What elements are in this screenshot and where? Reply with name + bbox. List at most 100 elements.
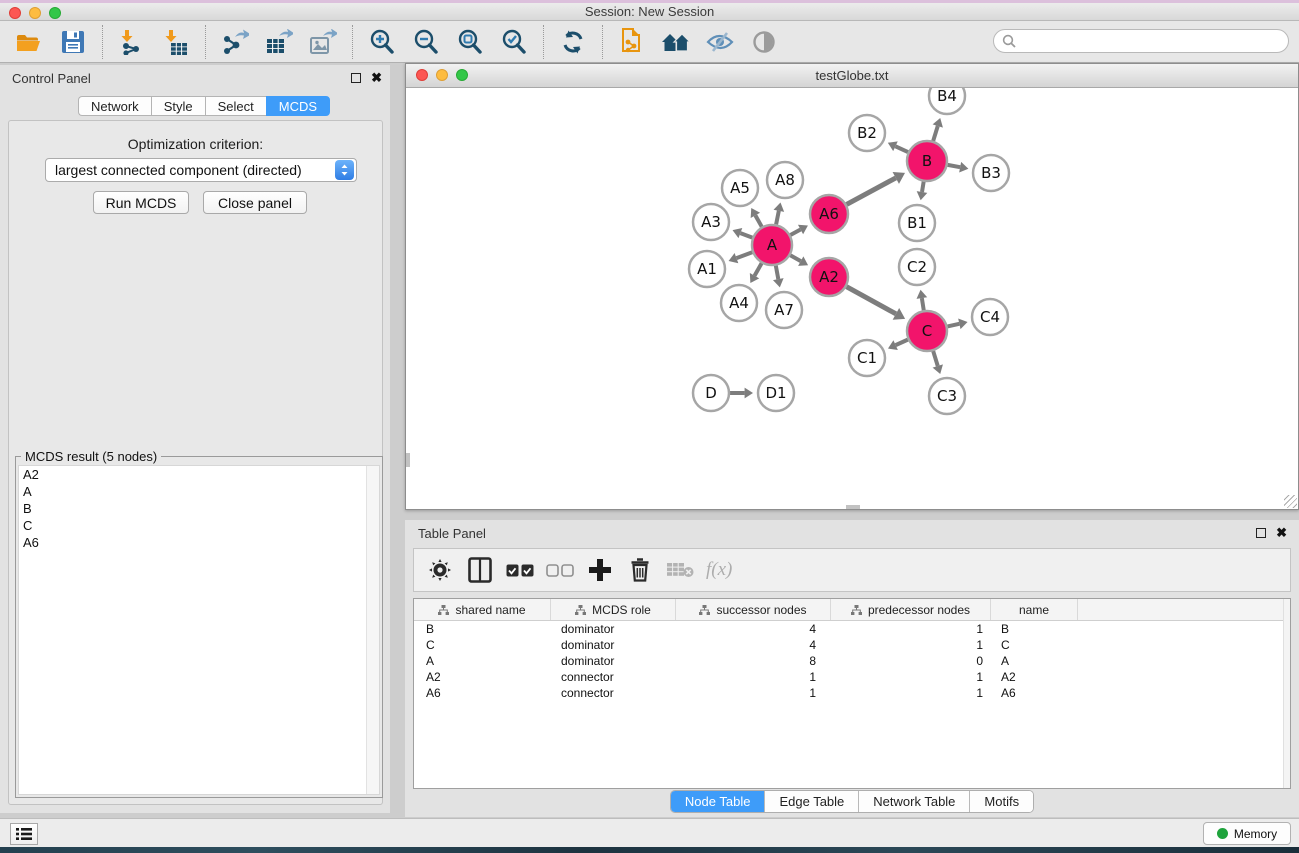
canvas-horizontal-scroll-thumb[interactable] [846,505,860,509]
cell-shared-name[interactable]: C [414,637,551,653]
canvas-vertical-scroll-thumb[interactable] [406,453,410,467]
table-row[interactable]: C dominator 4 1 C [414,637,1290,653]
column-header-predecessor-nodes[interactable]: predecessor nodes [831,599,991,620]
task-history-list-icon[interactable] [10,823,38,845]
cell-predecessor-nodes[interactable]: 1 [831,669,991,685]
float-panel-icon[interactable] [351,73,361,83]
select-all-icon[interactable] [506,555,534,585]
cell-predecessor-nodes[interactable]: 1 [831,685,991,701]
column-header-mcds-role[interactable]: MCDS role [551,599,676,620]
network-zoom-button[interactable] [456,69,468,81]
table-row[interactable]: A2 connector 1 1 A2 [414,669,1290,685]
edge-B-B1[interactable] [922,182,924,192]
edge-C-C3[interactable] [933,351,938,366]
edge-C-C2[interactable] [922,298,924,310]
export-network-icon[interactable] [220,27,250,57]
tab-select[interactable]: Select [205,96,266,116]
cell-mcds-role[interactable]: connector [551,685,676,701]
table-row[interactable]: B dominator 4 1 B [414,621,1290,637]
cell-mcds-role[interactable]: connector [551,669,676,685]
window-resize-grip[interactable] [1284,495,1297,508]
edge-B-B4[interactable] [933,126,938,141]
column-header-shared-name[interactable]: shared name [414,599,551,620]
zoom-fit-icon[interactable] [455,27,485,57]
close-table-panel-icon[interactable]: ✖ [1276,528,1287,538]
column-header-name[interactable]: name [991,599,1078,620]
tab-edge-table[interactable]: Edge Table [765,791,859,812]
cell-shared-name[interactable]: A2 [414,669,551,685]
close-window-button[interactable] [9,7,21,19]
tab-network-table[interactable]: Network Table [859,791,970,812]
edge-A-A7[interactable] [776,266,778,279]
import-table-icon[interactable] [161,27,191,57]
home-icon[interactable] [661,27,691,57]
list-scrollbar[interactable] [366,466,379,794]
create-column-plus-icon[interactable] [586,555,614,585]
network-from-clipboard-icon[interactable] [617,27,647,57]
table-row[interactable]: A dominator 8 0 A [414,653,1290,669]
edge-A-A6[interactable] [790,229,800,234]
function-builder-icon[interactable]: f(x) [706,559,732,581]
list-item[interactable]: A2 [19,466,379,483]
table-scrollbar[interactable] [1283,599,1290,788]
deselect-all-icon[interactable] [546,555,574,585]
tab-node-table[interactable]: Node Table [671,791,766,812]
export-image-icon[interactable] [308,27,338,57]
cell-mcds-role[interactable]: dominator [551,653,676,669]
search-input[interactable] [1021,34,1280,49]
edge-A-A2[interactable] [790,255,800,261]
edge-A-A1[interactable] [736,252,752,258]
close-panel-button[interactable]: Close panel [203,191,307,214]
edge-A-A3[interactable] [740,233,752,238]
zoom-out-icon[interactable] [411,27,441,57]
cell-name[interactable]: A6 [991,685,1078,701]
cell-name[interactable]: A2 [991,669,1078,685]
minimize-window-button[interactable] [29,7,41,19]
edge-C-C4[interactable] [947,324,959,327]
list-item[interactable]: C [19,517,379,534]
tab-style[interactable]: Style [151,96,205,116]
cell-successor-nodes[interactable]: 1 [676,685,831,701]
table-settings-gear-icon[interactable] [426,555,454,585]
criterion-dropdown[interactable]: largest connected component (directed) [45,158,357,182]
network-canvas[interactable]: AA1A2A3A4A5A6A7A8BB1B2B3B4CC1C2C3C4DD1 [406,88,1298,509]
edge-A-A4[interactable] [755,263,762,275]
import-network-icon[interactable] [117,27,147,57]
cell-predecessor-nodes[interactable]: 1 [831,621,991,637]
show-columns-icon[interactable] [466,555,494,585]
cell-mcds-role[interactable]: dominator [551,637,676,653]
export-table-icon[interactable] [264,27,294,57]
cell-predecessor-nodes[interactable]: 0 [831,653,991,669]
zoom-window-button[interactable] [49,7,61,19]
float-table-panel-icon[interactable] [1256,528,1266,538]
cell-shared-name[interactable]: A [414,653,551,669]
zoom-in-icon[interactable] [367,27,397,57]
cell-shared-name[interactable]: A6 [414,685,551,701]
search-field[interactable] [993,29,1289,53]
cell-name[interactable]: C [991,637,1078,653]
table-row[interactable]: A6 connector 1 1 A6 [414,685,1290,701]
list-item[interactable]: B [19,500,379,517]
edge-A-A8[interactable] [776,211,779,225]
edge-A2-C[interactable] [847,287,896,314]
memory-button[interactable]: Memory [1203,822,1291,845]
edge-B-B2[interactable] [895,146,908,152]
cell-mcds-role[interactable]: dominator [551,621,676,637]
network-graph[interactable]: AA1A2A3A4A5A6A7A8BB1B2B3B4CC1C2C3C4DD1 [406,88,1298,509]
cell-predecessor-nodes[interactable]: 1 [831,637,991,653]
cell-name[interactable]: A [991,653,1078,669]
tab-motifs[interactable]: Motifs [970,791,1033,812]
zoom-selected-icon[interactable] [499,27,529,57]
network-view-window[interactable]: testGlobe.txt AA1A2A3A4A5A6A7A8BB1B2B3B4… [405,63,1299,510]
network-close-button[interactable] [416,69,428,81]
edge-B-B3[interactable] [948,165,960,167]
tab-mcds[interactable]: MCDS [266,96,330,116]
hide-panels-icon[interactable] [705,27,735,57]
cell-name[interactable]: B [991,621,1078,637]
list-item[interactable]: A [19,483,379,500]
show-panel-icon[interactable] [749,27,779,57]
column-header-successor-nodes[interactable]: successor nodes [676,599,831,620]
delete-columns-trash-icon[interactable] [626,555,654,585]
network-window-titlebar[interactable]: testGlobe.txt [406,64,1298,88]
mcds-result-list[interactable]: A2 A B C A6 [18,465,380,795]
